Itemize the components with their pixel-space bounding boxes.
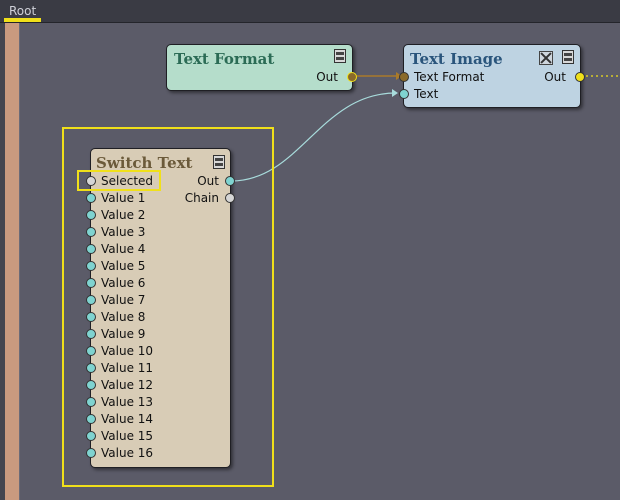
input-port-text-format[interactable] xyxy=(399,72,409,82)
node-text-image[interactable]: Text Image Text Format Text Out xyxy=(399,44,585,108)
node-title: Text Image xyxy=(410,50,503,68)
input-label-value: Value 9 xyxy=(101,327,146,341)
node-menu-icon[interactable] xyxy=(334,49,346,63)
input-label-value: Value 3 xyxy=(101,225,146,239)
input-port-value[interactable] xyxy=(86,329,96,339)
input-label-value: Value 12 xyxy=(101,378,154,392)
wire-text-arrow xyxy=(392,89,398,97)
input-label-value: Value 4 xyxy=(101,242,146,256)
output-port-out[interactable] xyxy=(347,72,357,82)
node-menu-icon[interactable] xyxy=(213,155,225,169)
output-label-out: Out xyxy=(197,174,219,188)
node-menu-icon[interactable] xyxy=(562,50,574,64)
input-port-value[interactable] xyxy=(86,380,96,390)
node-title: Text Format xyxy=(174,50,275,68)
input-label-value: Value 10 xyxy=(101,344,154,358)
input-port-value[interactable] xyxy=(86,363,96,373)
input-label-value: Value 5 xyxy=(101,259,146,273)
close-icon[interactable] xyxy=(539,51,553,65)
input-label-value: Value 13 xyxy=(101,395,154,409)
input-port-value[interactable] xyxy=(86,346,96,356)
input-label-value: Value 8 xyxy=(101,310,146,324)
selected-port-highlight xyxy=(77,170,161,191)
input-port-value[interactable] xyxy=(86,227,96,237)
node-switch-text[interactable]: Switch Text Out Chain Selected Value 1 Val… xyxy=(86,148,235,468)
input-label-value: Value 16 xyxy=(101,446,154,460)
node-text-format[interactable]: Text Format Out xyxy=(166,44,357,91)
output-port-out[interactable] xyxy=(225,176,235,186)
input-label-value: Value 1 xyxy=(101,191,146,205)
input-port-value[interactable] xyxy=(86,312,96,322)
output-port-chain[interactable] xyxy=(225,193,235,203)
input-port-value[interactable] xyxy=(86,295,96,305)
input-label-value: Value 11 xyxy=(101,361,154,375)
input-port-value[interactable] xyxy=(86,193,96,203)
input-port-value[interactable] xyxy=(86,278,96,288)
input-port-value[interactable] xyxy=(86,210,96,220)
input-label-value: Value 6 xyxy=(101,276,146,290)
output-label-out: Out xyxy=(544,70,566,84)
input-port-value[interactable] xyxy=(86,244,96,254)
input-port-value[interactable] xyxy=(86,397,96,407)
input-port-value[interactable] xyxy=(86,261,96,271)
input-label-value: Value 2 xyxy=(101,208,146,222)
output-label-chain: Chain xyxy=(184,191,219,205)
input-label-value: Value 7 xyxy=(101,293,146,307)
input-port-value[interactable] xyxy=(86,414,96,424)
input-label-value: Value 15 xyxy=(101,429,154,443)
output-label-out: Out xyxy=(316,70,338,84)
input-port-text[interactable] xyxy=(399,89,409,99)
input-label-text-format: Text Format xyxy=(414,70,485,84)
input-label-value: Value 14 xyxy=(101,412,154,426)
input-port-value[interactable] xyxy=(86,431,96,441)
input-port-value[interactable] xyxy=(86,448,96,458)
input-label-text: Text xyxy=(414,87,439,101)
output-port-out[interactable] xyxy=(575,72,585,82)
